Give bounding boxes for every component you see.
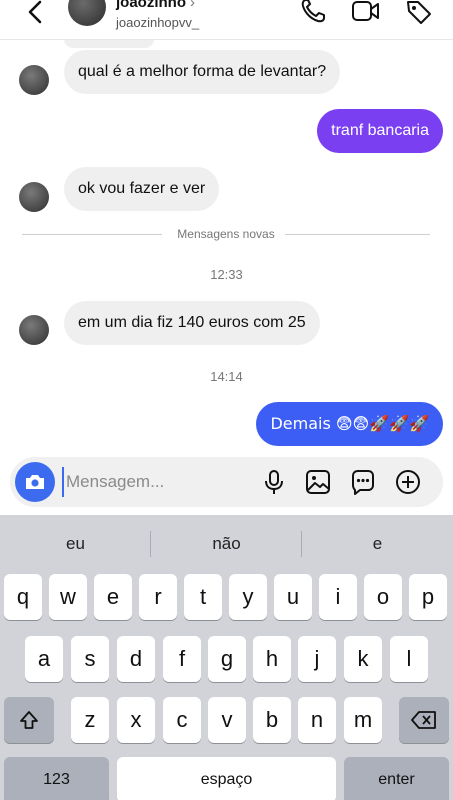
suggestion[interactable]: e: [302, 515, 453, 565]
key[interactable]: d: [117, 636, 155, 682]
sticker-icon[interactable]: [349, 468, 377, 496]
avatar[interactable]: [19, 315, 49, 345]
key[interactable]: e: [94, 574, 132, 620]
gallery-icon[interactable]: [304, 468, 332, 496]
backspace-icon: [411, 711, 436, 729]
key[interactable]: x: [117, 697, 155, 743]
key[interactable]: t: [184, 574, 222, 620]
key[interactable]: s: [71, 636, 109, 682]
key[interactable]: m: [344, 697, 382, 743]
key[interactable]: p: [409, 574, 447, 620]
suggestion[interactable]: eu: [0, 515, 151, 565]
backspace-key[interactable]: [399, 697, 449, 743]
contact-username: joaozinhopvv_: [116, 15, 200, 30]
key[interactable]: h: [253, 636, 291, 682]
camera-icon[interactable]: [15, 462, 55, 502]
key[interactable]: w: [49, 574, 87, 620]
suggestion[interactable]: não: [151, 515, 302, 565]
numbers-key[interactable]: 123: [4, 757, 109, 800]
key[interactable]: b: [253, 697, 291, 743]
enter-key[interactable]: enter: [344, 757, 449, 800]
key[interactable]: g: [208, 636, 246, 682]
key[interactable]: f: [163, 636, 201, 682]
avatar[interactable]: [68, 0, 106, 26]
chevron-right-icon: ›: [190, 0, 195, 11]
key[interactable]: n: [298, 697, 336, 743]
shift-icon: [20, 711, 38, 729]
shift-key[interactable]: [4, 697, 54, 743]
tag-icon[interactable]: [404, 0, 434, 26]
key[interactable]: r: [139, 574, 177, 620]
space-key[interactable]: espaço: [117, 757, 336, 800]
key[interactable]: a: [25, 636, 63, 682]
message-input[interactable]: [62, 467, 252, 497]
timestamp: 14:14: [210, 369, 243, 384]
key[interactable]: z: [71, 697, 109, 743]
key[interactable]: l: [390, 636, 428, 682]
outgoing-message[interactable]: Demais 😨😨🚀🚀🚀: [256, 402, 443, 446]
incoming-message[interactable]: qual é a melhor forma de levantar?: [64, 50, 341, 94]
outgoing-message[interactable]: tranf bancaria: [317, 109, 443, 153]
message-thread[interactable]: qual é a melhor forma de levantar? tranf…: [0, 40, 453, 455]
key[interactable]: j: [298, 636, 336, 682]
key[interactable]: c: [163, 697, 201, 743]
plus-icon[interactable]: [394, 468, 422, 496]
phone-icon[interactable]: [298, 0, 328, 26]
incoming-message[interactable]: ok vou fazer e ver: [64, 167, 220, 211]
avatar[interactable]: [19, 65, 49, 95]
key[interactable]: u: [274, 574, 312, 620]
message-composer: [10, 457, 443, 507]
microphone-icon[interactable]: [260, 468, 288, 496]
back-arrow-icon[interactable]: [24, 0, 48, 28]
key[interactable]: v: [208, 697, 246, 743]
key[interactable]: o: [364, 574, 402, 620]
previous-message-bubble: [64, 40, 154, 48]
new-messages-divider: Mensagens novas: [22, 226, 430, 242]
avatar[interactable]: [19, 182, 49, 212]
suggestion-bar: eu não e: [0, 515, 453, 565]
key[interactable]: k: [344, 636, 382, 682]
contact-name[interactable]: joaozinho ›: [116, 0, 195, 11]
timestamp: 12:33: [210, 267, 243, 282]
incoming-message[interactable]: em um dia fiz 140 euros com 25: [64, 301, 320, 345]
key[interactable]: i: [319, 574, 357, 620]
video-camera-icon[interactable]: [350, 0, 380, 26]
keyboard: eu não e q w e r t y u i o p a s d f g h…: [0, 515, 453, 800]
chat-header: joaozinho › joaozinhopvv_: [0, 0, 453, 40]
key[interactable]: q: [4, 574, 42, 620]
key[interactable]: y: [229, 574, 267, 620]
